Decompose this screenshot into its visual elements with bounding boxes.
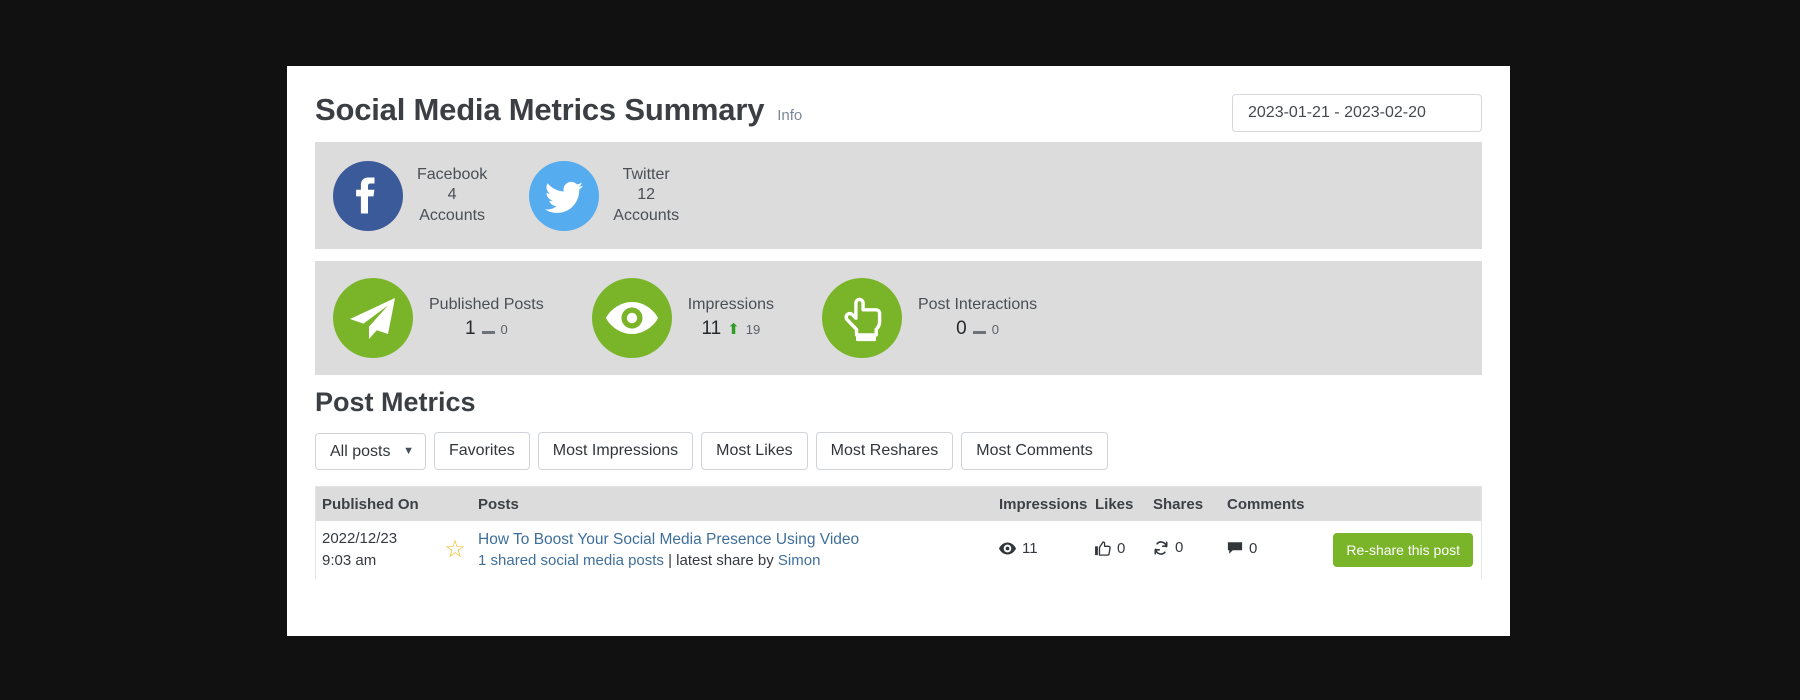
metric-impressions: Impressions 11 ⬆ 19 <box>592 278 774 358</box>
published-posts-delta: 0 <box>501 321 508 339</box>
likes-metric: 0 <box>1095 540 1125 557</box>
column-header-comments[interactable]: Comments <box>1227 496 1331 513</box>
impressions-count: 11 <box>1022 540 1038 557</box>
filter-most-impressions-button[interactable]: Most Impressions <box>538 432 693 470</box>
row-date: 2022/12/23 <box>322 528 434 550</box>
cell-post: How To Boost Your Social Media Presence … <box>476 531 999 569</box>
report-header: Social Media Metrics Summary Info 2023-0… <box>287 66 1510 142</box>
impressions-delta: 19 <box>746 321 760 339</box>
column-header-shares[interactable]: Shares <box>1153 496 1227 513</box>
impressions-value-row: 11 ⬆ 19 <box>688 316 774 342</box>
share-summary-middle: | latest share by <box>664 552 778 569</box>
account-block-twitter[interactable]: Twitter 12 Accounts <box>529 161 679 231</box>
info-link[interactable]: Info <box>777 107 802 124</box>
column-header-impressions[interactable]: Impressions <box>999 496 1095 513</box>
impressions-value: 11 <box>701 316 721 342</box>
page-title: Social Media Metrics Summary <box>315 92 764 128</box>
table-header-row: Published On Posts Impressions Likes Sha… <box>316 487 1481 521</box>
facebook-network-label: Facebook <box>417 165 487 185</box>
twitter-account-count: 12 <box>613 185 679 205</box>
filter-most-reshares-button[interactable]: Most Reshares <box>816 432 954 470</box>
post-metrics-table: Published On Posts Impressions Likes Sha… <box>315 486 1482 579</box>
comment-icon <box>1227 541 1243 555</box>
post-interactions-value-row: 0 0 <box>918 316 1037 342</box>
facebook-icon <box>333 161 403 231</box>
likes-count: 0 <box>1117 540 1125 557</box>
account-block-facebook[interactable]: Facebook 4 Accounts <box>333 161 487 231</box>
post-title-link[interactable]: How To Boost Your Social Media Presence … <box>478 531 859 548</box>
post-metrics-title: Post Metrics <box>315 387 1482 418</box>
column-header-published-on[interactable]: Published On <box>316 496 434 513</box>
row-time: 9:03 am <box>322 550 434 572</box>
impressions-text: Impressions 11 ⬆ 19 <box>688 294 774 341</box>
trend-flat-icon <box>973 331 986 334</box>
cell-impressions: 11 <box>999 540 1095 560</box>
twitter-account-text: Twitter 12 Accounts <box>613 165 679 226</box>
connected-accounts-panel: Facebook 4 Accounts Twitter 12 Accounts <box>315 142 1482 249</box>
twitter-network-label: Twitter <box>613 165 679 185</box>
eye-icon <box>592 278 672 358</box>
metric-published-posts: Published Posts 1 0 <box>333 278 544 358</box>
cell-likes: 0 <box>1095 540 1153 561</box>
impressions-metric: 11 <box>999 540 1038 557</box>
cell-published-on: 2022/12/23 9:03 am <box>316 528 434 572</box>
facebook-account-text: Facebook 4 Accounts <box>417 165 487 226</box>
date-range-picker[interactable]: 2023-01-21 - 2023-02-20 <box>1232 94 1482 132</box>
cell-favorite[interactable]: ☆ <box>434 538 476 562</box>
post-interactions-label: Post Interactions <box>918 294 1037 316</box>
post-interactions-text: Post Interactions 0 0 <box>918 294 1037 341</box>
summary-metrics-panel: Published Posts 1 0 Impressions 11 <box>315 261 1482 375</box>
cell-actions: Re-share this post <box>1331 533 1481 567</box>
facebook-account-unit: Accounts <box>417 206 487 226</box>
column-header-posts[interactable]: Posts <box>476 496 999 513</box>
post-type-select-wrap: All posts ▼ <box>315 433 426 470</box>
post-interactions-delta: 0 <box>992 321 999 339</box>
filter-most-comments-button[interactable]: Most Comments <box>961 432 1107 470</box>
trend-up-icon: ⬆ <box>727 322 740 337</box>
filter-favorites-button[interactable]: Favorites <box>434 432 530 470</box>
trend-flat-icon <box>482 331 495 334</box>
cell-comments: 0 <box>1227 540 1331 561</box>
star-icon[interactable]: ☆ <box>444 536 466 563</box>
thumbs-up-icon <box>1095 541 1111 556</box>
facebook-account-count: 4 <box>417 185 487 205</box>
post-interactions-value: 0 <box>956 316 967 342</box>
cell-shares: 0 <box>1153 539 1227 561</box>
share-author-link[interactable]: Simon <box>778 552 821 569</box>
published-posts-label: Published Posts <box>429 294 544 316</box>
comments-metric: 0 <box>1227 540 1257 557</box>
shared-posts-link[interactable]: 1 shared social media posts <box>478 552 664 569</box>
table-row: 2022/12/23 9:03 am ☆ How To Boost Your S… <box>316 521 1481 579</box>
filter-most-likes-button[interactable]: Most Likes <box>701 432 807 470</box>
published-posts-text: Published Posts 1 0 <box>429 294 544 341</box>
social-media-report-card: Social Media Metrics Summary Info 2023-0… <box>287 66 1510 636</box>
comments-count: 0 <box>1249 540 1257 557</box>
column-header-likes[interactable]: Likes <box>1095 496 1153 513</box>
eye-icon <box>999 542 1016 555</box>
post-type-select[interactable]: All posts <box>315 433 426 470</box>
twitter-icon <box>529 161 599 231</box>
reshare-icon <box>1153 540 1169 556</box>
post-filter-row: All posts ▼ Favorites Most Impressions M… <box>315 432 1482 470</box>
pointing-hand-icon <box>822 278 902 358</box>
re-share-post-button[interactable]: Re-share this post <box>1333 533 1473 567</box>
impressions-label: Impressions <box>688 294 774 316</box>
published-posts-value-row: 1 0 <box>429 316 544 342</box>
paper-plane-icon <box>333 278 413 358</box>
metric-post-interactions: Post Interactions 0 0 <box>822 278 1037 358</box>
twitter-account-unit: Accounts <box>613 206 679 226</box>
shares-metric: 0 <box>1153 539 1183 556</box>
published-posts-value: 1 <box>465 316 476 342</box>
post-share-summary: 1 shared social media posts | latest sha… <box>478 552 999 569</box>
shares-count: 0 <box>1175 539 1183 556</box>
